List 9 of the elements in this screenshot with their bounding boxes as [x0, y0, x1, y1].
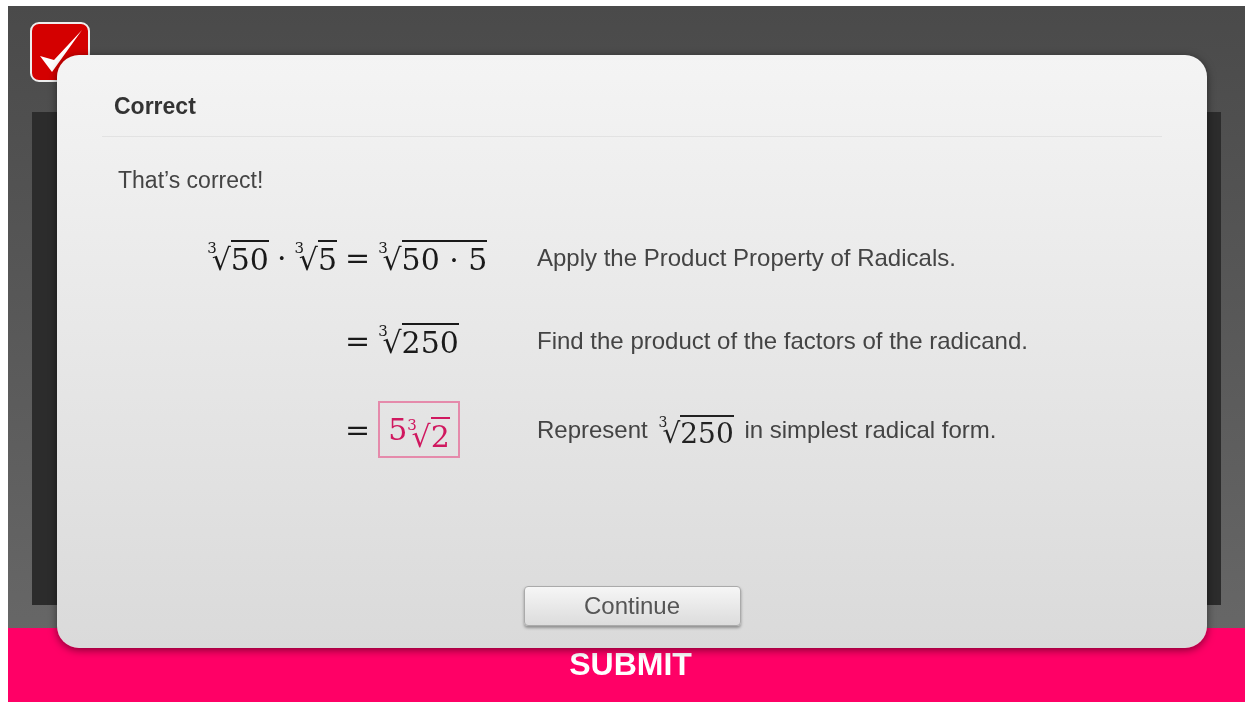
math-operator: =: [344, 411, 372, 449]
math-operator: =: [344, 322, 372, 360]
math-operator: ·: [275, 239, 288, 277]
explanation-text: Apply the Product Property of Radicals.: [537, 242, 956, 273]
feedback-message: That’s correct!: [118, 165, 264, 195]
explanation-text: Find the product of the factors of the radicand.: [537, 325, 1028, 356]
math-operator: =: [344, 239, 372, 277]
dialog-title: Correct: [114, 93, 196, 119]
continue-button[interactable]: Continue: [523, 586, 741, 626]
